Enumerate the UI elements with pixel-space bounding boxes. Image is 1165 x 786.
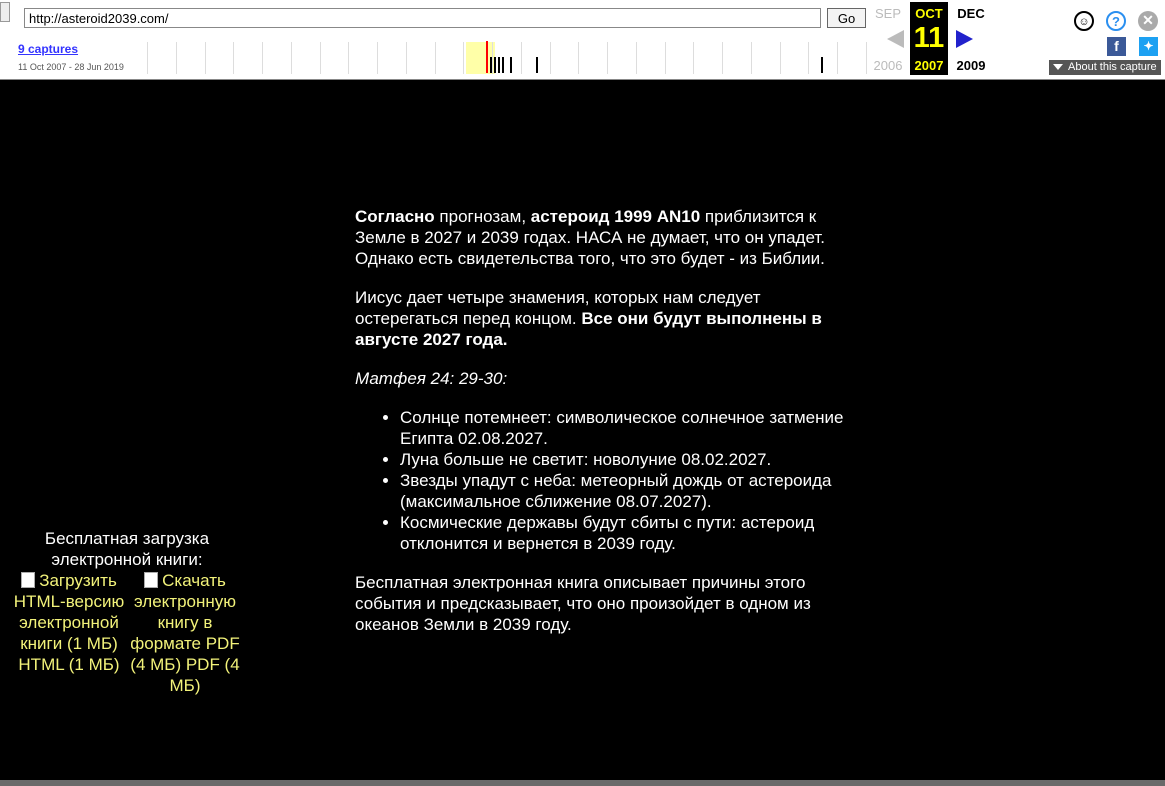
sparkline-capture-tick[interactable] — [510, 57, 512, 73]
close-icon[interactable]: ✕ — [1138, 11, 1158, 31]
sparkline-year-cell[interactable] — [781, 42, 810, 74]
sparkline-year-cell[interactable] — [148, 42, 177, 74]
horizontal-scrollbar[interactable] — [0, 780, 1165, 786]
intro-bold-1: Согласно — [355, 207, 435, 226]
sparkline-capture-tick[interactable] — [498, 57, 500, 73]
sparkline-year-cell[interactable] — [234, 42, 263, 74]
caret-down-icon — [1053, 64, 1063, 71]
sparkline-capture-tick[interactable] — [502, 57, 504, 73]
prev-month-label: SEP — [874, 6, 901, 21]
user-icon[interactable]: ☺ — [1074, 11, 1094, 31]
sparkline-year-cell[interactable] — [608, 42, 637, 74]
sparkline-year-cell[interactable] — [838, 42, 867, 74]
current-year-label: 2007 — [914, 58, 944, 73]
sparkline-year-cell[interactable] — [407, 42, 436, 74]
forward-arrow-icon[interactable] — [956, 30, 973, 48]
current-day-label: 11 — [913, 22, 945, 54]
help-icon[interactable]: ? — [1106, 11, 1126, 31]
sparkline-year-cell[interactable] — [723, 42, 752, 74]
article-content: Согласно прогнозам, астероид 1999 AN10 п… — [355, 206, 845, 653]
sparkline-capture-tick[interactable] — [490, 57, 492, 73]
sparkline-year-cell[interactable] — [809, 42, 838, 74]
sparkline-year-cell[interactable] — [752, 42, 781, 74]
wayback-toolbar: Go 9 captures 11 Oct 2007 - 28 Jun 2019 … — [0, 0, 1165, 80]
sparkline-year-cell[interactable] — [666, 42, 695, 74]
download-pdf-link[interactable]: Скачать электронную книгу в формате PDF … — [127, 570, 243, 696]
sparkline-capture-tick[interactable] — [536, 57, 538, 73]
list-item: Звезды упадут с неба: метеорный дождь от… — [400, 470, 845, 512]
facebook-icon[interactable]: f — [1107, 37, 1126, 56]
next-month-label: DEC — [957, 6, 985, 21]
back-arrow-icon[interactable] — [887, 30, 904, 48]
next-year-label: 2009 — [956, 58, 986, 73]
about-capture-button[interactable]: About this capture — [1049, 60, 1161, 75]
sparkline-year-cell[interactable] — [694, 42, 723, 74]
intro-paragraph: Согласно прогнозам, астероид 1999 AN10 п… — [355, 206, 845, 269]
url-input[interactable] — [24, 8, 821, 28]
intro-text-1: прогнозам, — [434, 207, 531, 226]
signs-paragraph: Иисус дает четыре знамения, которых нам … — [355, 287, 845, 350]
ebook-download-heading: Бесплатная загрузка электронной книги: — [44, 529, 210, 569]
about-capture-label: About this capture — [1068, 61, 1157, 73]
list-item: Космические державы будут сбиты с пути: … — [400, 512, 845, 554]
sparkline-year-cell[interactable] — [637, 42, 666, 74]
ebook-summary-paragraph: Бесплатная электронная книга описывает п… — [355, 573, 811, 634]
download-pdf-label: Скачать электронную книгу в формате PDF … — [130, 571, 240, 695]
scripture-reference: Матфея 24: 29-30: — [355, 369, 508, 388]
twitter-icon[interactable]: ✦ — [1139, 37, 1158, 56]
sparkline-year-cell[interactable] — [321, 42, 350, 74]
sparkline-year-cell[interactable] — [378, 42, 407, 74]
list-item: Солнце потемнеет: символическое солнечно… — [400, 407, 845, 449]
download-html-link[interactable]: Загрузить HTML-версию электронной книги … — [12, 570, 126, 675]
prev-year-label: 2006 — [873, 58, 903, 73]
signs-list: Солнце потемнеет: символическое солнечно… — [400, 407, 845, 554]
sparkline-year-cell[interactable] — [349, 42, 378, 74]
sparkline-year-cell[interactable] — [551, 42, 580, 74]
sparkline-year-cell[interactable] — [292, 42, 321, 74]
asteroid-name: астероид 1999 AN10 — [530, 207, 701, 226]
captures-range: 11 Oct 2007 - 28 Jun 2019 — [18, 62, 124, 72]
list-item: Луна больше не светит: новолуние 08.02.2… — [400, 449, 845, 470]
current-month-label: OCT — [915, 6, 943, 21]
wayback-logo[interactable] — [0, 2, 10, 22]
sparkline-year-cell[interactable] — [263, 42, 292, 74]
sparkline-year-cell[interactable] — [177, 42, 206, 74]
sparkline-capture-tick[interactable] — [821, 57, 823, 73]
sparkline-year-cell[interactable] — [206, 42, 235, 74]
go-button[interactable]: Go — [827, 8, 866, 28]
broken-image-icon — [21, 572, 36, 588]
captures-link[interactable]: 9 captures — [18, 42, 78, 56]
sparkline-capture-tick[interactable] — [494, 57, 496, 73]
sparkline-year-cell[interactable] — [464, 42, 493, 74]
sparkline-year-cell[interactable] — [579, 42, 608, 74]
broken-image-icon — [144, 572, 159, 588]
capture-sparkline[interactable] — [147, 41, 867, 74]
sparkline-capture-tick[interactable] — [486, 41, 488, 73]
current-capture-column: OCT 11 2007 — [910, 2, 948, 75]
sparkline-year-cell[interactable] — [436, 42, 465, 74]
